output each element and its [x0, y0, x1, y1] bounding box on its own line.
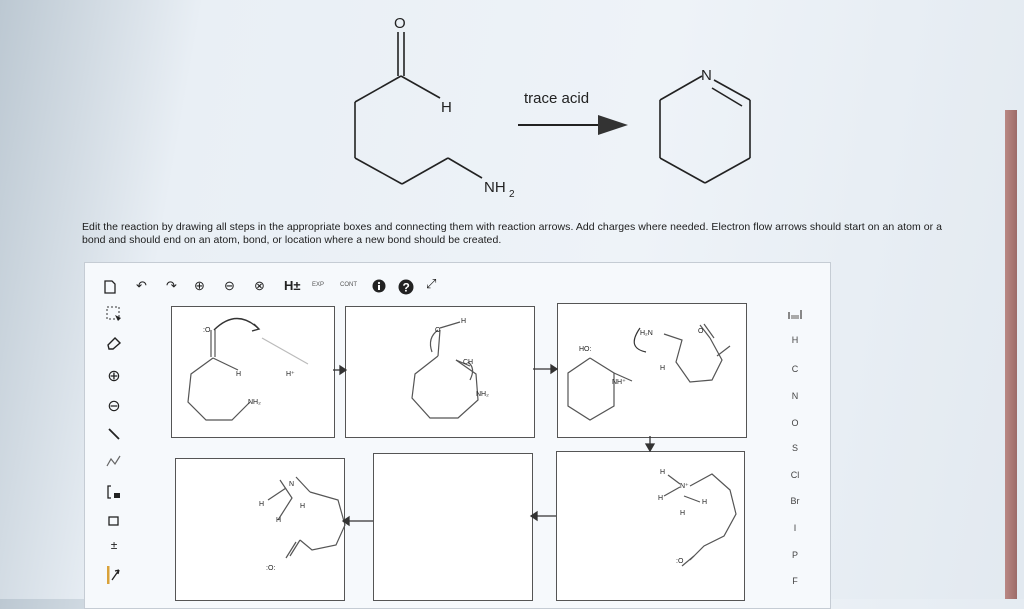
element-br[interactable]: Br: [788, 496, 802, 506]
eraser-tool-icon[interactable]: [104, 336, 124, 353]
element-i[interactable]: I: [788, 523, 802, 533]
element-s[interactable]: S: [788, 443, 802, 453]
periodic-table-icon[interactable]: [788, 310, 802, 322]
new-document-icon[interactable]: [104, 280, 116, 294]
element-n[interactable]: N: [788, 391, 802, 401]
positive-charge-icon[interactable]: ⊕: [104, 366, 124, 386]
hydrogen-toggle-icon[interactable]: H±: [284, 278, 301, 293]
reactant-hydrogen-label: H: [441, 99, 452, 116]
element-o[interactable]: O: [788, 418, 802, 428]
charge-tool-icon[interactable]: ±: [104, 538, 124, 552]
help-icon[interactable]: ?: [398, 279, 414, 295]
zoom-reset-icon[interactable]: ⊗: [254, 278, 265, 294]
element-p[interactable]: P: [788, 550, 802, 560]
redo-icon[interactable]: ↷: [166, 278, 177, 294]
chain-tool-icon[interactable]: [104, 454, 124, 471]
step-box-5[interactable]: [373, 453, 533, 601]
step-box-4[interactable]: [175, 458, 345, 601]
reaction-condition: trace acid: [524, 90, 589, 107]
reactant-oxygen-label: O: [394, 15, 406, 32]
reaction-scheme: O H NH 2 trace acid N: [354, 15, 751, 200]
zoom-in-icon[interactable]: ⊕: [194, 278, 205, 294]
step-box-2[interactable]: [345, 306, 535, 438]
reaction-arrow: [518, 115, 628, 135]
element-c[interactable]: C: [788, 364, 802, 374]
step-box-3[interactable]: [557, 303, 747, 438]
info-icon[interactable]: [372, 279, 386, 293]
bracket-tool-icon[interactable]: [104, 484, 124, 503]
svg-text:?: ?: [403, 281, 410, 295]
zoom-out-icon[interactable]: ⊖: [224, 278, 235, 294]
product-structure: [659, 75, 751, 184]
element-cl[interactable]: Cl: [788, 470, 802, 480]
element-h[interactable]: H: [788, 335, 802, 345]
window-edge: [1005, 110, 1017, 599]
ring-tool-icon[interactable]: [104, 514, 124, 531]
product-nitrogen-label: N: [701, 67, 712, 84]
negative-charge-icon[interactable]: ⊖: [104, 396, 124, 416]
explicit-icon[interactable]: EXP: [312, 282, 324, 288]
step-box-6[interactable]: [556, 451, 745, 601]
reactant-amine-subscript: 2: [509, 189, 515, 200]
element-f[interactable]: F: [788, 576, 802, 586]
bond-tool-icon[interactable]: [104, 426, 124, 445]
fullscreen-icon[interactable]: ⤢: [426, 276, 436, 292]
undo-icon[interactable]: ↶: [136, 278, 147, 294]
contract-icon[interactable]: CONT: [340, 282, 357, 288]
reactant-amine-label: NH: [484, 179, 506, 196]
arrow-tool-icon[interactable]: [104, 564, 124, 589]
select-tool-icon[interactable]: [104, 306, 124, 325]
reactant-structure: [354, 32, 483, 185]
instructions-text: Edit the reaction by drawing all steps i…: [82, 221, 943, 246]
step-box-1[interactable]: [171, 306, 335, 438]
editor-toolbar: ↶ ↷ ⊕ ⊖ ⊗ H± EXP CONT ? ⤢: [100, 276, 460, 300]
